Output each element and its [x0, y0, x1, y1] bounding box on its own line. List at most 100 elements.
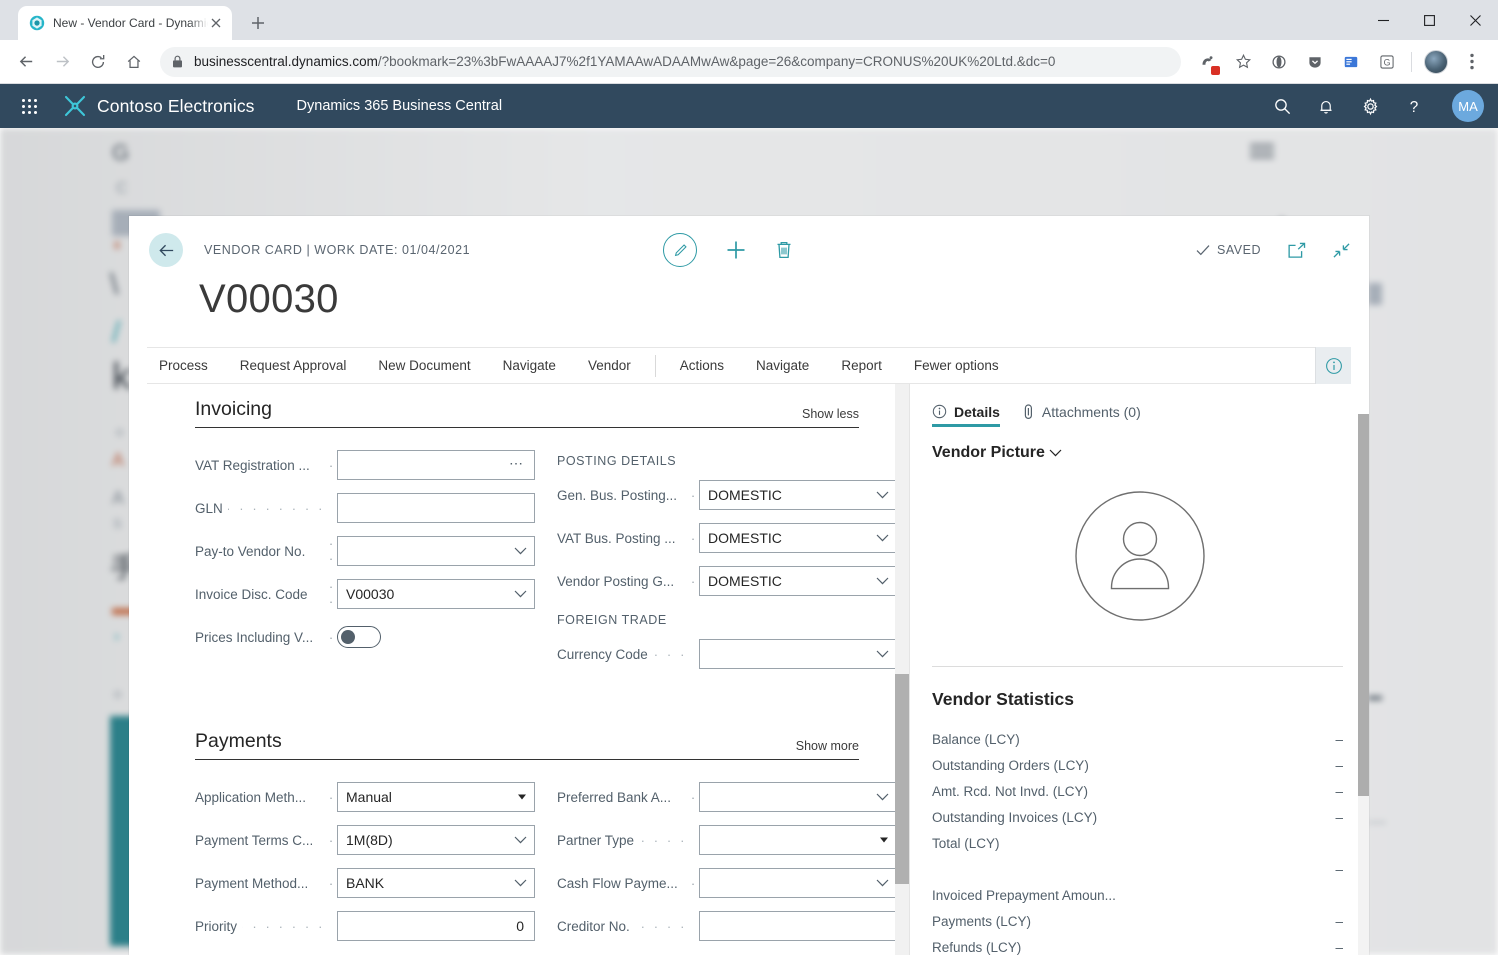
edit-pencil-icon[interactable]: [663, 233, 697, 267]
browser-tab[interactable]: New - Vendor Card - Dynamics 3: [18, 6, 232, 40]
stat-row[interactable]: Invoiced Prepayment Amoun...: [910, 882, 1369, 908]
cash-flow-payment-terms-lookup[interactable]: [699, 868, 897, 899]
show-less-link[interactable]: Show less: [802, 407, 859, 421]
pay-to-vendor-no-lookup[interactable]: [337, 536, 535, 567]
card-header-actions: [663, 232, 793, 268]
field-label: Currency Code· · · ·: [557, 646, 687, 662]
show-more-link[interactable]: Show more: [796, 739, 859, 753]
stat-row[interactable]: Payments (LCY) –: [910, 908, 1369, 934]
vendor-picture-header[interactable]: Vendor Picture: [910, 430, 1369, 462]
form-scrollbar-track[interactable]: [895, 384, 909, 955]
app-name: Dynamics 365 Business Central: [296, 98, 503, 114]
assist-edit-icon[interactable]: ⋯: [509, 455, 524, 472]
menu-item-fewer-options[interactable]: Fewer options: [898, 348, 1015, 384]
chevron-down-icon[interactable]: [876, 879, 889, 887]
stat-row[interactable]: Balance (LCY) –: [910, 726, 1369, 752]
home-button[interactable]: [118, 46, 150, 78]
new-tab-button[interactable]: [244, 9, 272, 37]
user-avatar[interactable]: MA: [1452, 90, 1484, 122]
chevron-down-icon[interactable]: [514, 547, 527, 555]
bg-hamburger-icon: [1250, 144, 1274, 146]
app-launcher-icon[interactable]: [14, 91, 44, 121]
stat-row[interactable]: Refunds (LCY) –: [910, 934, 1369, 955]
open-in-new-window-icon[interactable]: [1287, 242, 1306, 259]
menu-item-navigate[interactable]: Navigate: [487, 348, 572, 384]
stat-row[interactable]: Amt. Rcd. Not Invd. (LCY) –: [910, 778, 1369, 804]
chevron-down-icon[interactable]: [876, 491, 889, 499]
chevron-down-icon[interactable]: [876, 577, 889, 585]
factbox-toggle-info-icon[interactable]: [1315, 347, 1351, 386]
reading-list-extension-icon[interactable]: [1336, 47, 1366, 77]
field-value: DOMESTIC: [708, 487, 782, 504]
extension-blocker-icon[interactable]: [1192, 47, 1222, 77]
field-preferred-bank-account: Preferred Bank A... ·: [557, 778, 897, 816]
priority-input[interactable]: 0: [337, 911, 535, 942]
chevron-down-icon[interactable]: [876, 793, 889, 801]
chevron-down-icon[interactable]: [1049, 449, 1062, 457]
opera-extension-icon[interactable]: [1264, 47, 1294, 77]
partner-type-select[interactable]: [699, 825, 897, 856]
gen-bus-posting-group-lookup[interactable]: DOMESTIC: [699, 480, 897, 511]
menu-item-report[interactable]: Report: [825, 348, 898, 384]
bookmark-star-icon[interactable]: [1228, 47, 1258, 77]
reload-button[interactable]: [82, 46, 114, 78]
payment-method-code-lookup[interactable]: BANK: [337, 868, 535, 899]
creditor-no-input[interactable]: [699, 911, 897, 942]
payment-terms-code-lookup[interactable]: 1M(8D): [337, 825, 535, 856]
svg-text:G: G: [1384, 57, 1391, 67]
collapse-icon[interactable]: [1332, 242, 1351, 259]
chevron-down-icon[interactable]: [514, 879, 527, 887]
caret-down-icon[interactable]: [880, 837, 888, 843]
notification-icon[interactable]: [1314, 94, 1338, 118]
chevron-down-icon[interactable]: [876, 534, 889, 542]
caret-down-icon[interactable]: [518, 794, 526, 800]
field-label: Cash Flow Payme...: [557, 875, 678, 891]
menu-item-process[interactable]: Process: [147, 348, 224, 384]
profile-avatar[interactable]: [1421, 47, 1451, 77]
factbox-scrollbar-thumb[interactable]: [1358, 414, 1369, 797]
tab-attachments[interactable]: Attachments (0): [1022, 404, 1141, 427]
chrome-menu-icon[interactable]: [1457, 47, 1487, 77]
forward-button[interactable]: [46, 46, 78, 78]
vendor-posting-group-lookup[interactable]: DOMESTIC: [699, 566, 897, 597]
grammarly-extension-icon[interactable]: G: [1372, 47, 1402, 77]
stat-row[interactable]: –: [910, 856, 1369, 882]
vat-bus-posting-group-lookup[interactable]: DOMESTIC: [699, 523, 897, 554]
gln-input[interactable]: [337, 493, 535, 524]
pocket-extension-icon[interactable]: [1300, 47, 1330, 77]
help-icon[interactable]: ?: [1402, 94, 1426, 118]
settings-gear-icon[interactable]: [1358, 94, 1382, 118]
chevron-down-icon[interactable]: [514, 590, 527, 598]
back-button[interactable]: [10, 46, 42, 78]
currency-code-lookup[interactable]: [699, 639, 897, 670]
maximize-button[interactable]: [1406, 0, 1452, 40]
menu-item-new-document[interactable]: New Document: [362, 348, 486, 384]
menu-item-navigate-2[interactable]: Navigate: [740, 348, 825, 384]
stat-row[interactable]: Total (LCY): [910, 830, 1369, 856]
application-method-select[interactable]: Manual: [337, 782, 535, 813]
stat-row[interactable]: Outstanding Orders (LCY) –: [910, 752, 1369, 778]
prices-including-vat-toggle[interactable]: [337, 626, 381, 649]
factbox-scrollbar-track[interactable]: [1358, 414, 1369, 955]
vat-registration-input[interactable]: ⋯: [337, 450, 535, 481]
form-scrollbar-thumb[interactable]: [895, 674, 909, 885]
invoice-disc-code-lookup[interactable]: V00030: [337, 579, 535, 610]
chevron-down-icon[interactable]: [514, 836, 527, 844]
preferred-bank-account-lookup[interactable]: [699, 782, 897, 813]
menu-item-actions[interactable]: Actions: [664, 348, 740, 384]
address-bar[interactable]: businesscentral.dynamics.com/?bookmark=2…: [160, 46, 1181, 77]
close-window-button[interactable]: [1452, 0, 1498, 40]
tab-details[interactable]: Details: [932, 404, 1000, 427]
minimize-button[interactable]: [1360, 0, 1406, 40]
stat-value: –: [1335, 939, 1343, 955]
chevron-down-icon[interactable]: [876, 650, 889, 658]
stat-row[interactable]: Outstanding Invoices (LCY) –: [910, 804, 1369, 830]
stat-label: Payments (LCY): [932, 913, 1032, 929]
menu-item-request-approval[interactable]: Request Approval: [224, 348, 363, 384]
menu-item-vendor[interactable]: Vendor: [572, 348, 647, 384]
search-icon[interactable]: [1270, 94, 1294, 118]
back-arrow-icon[interactable]: [149, 233, 183, 267]
close-tab-icon[interactable]: [208, 15, 224, 31]
delete-trash-icon[interactable]: [775, 240, 793, 260]
new-plus-icon[interactable]: [725, 239, 747, 261]
